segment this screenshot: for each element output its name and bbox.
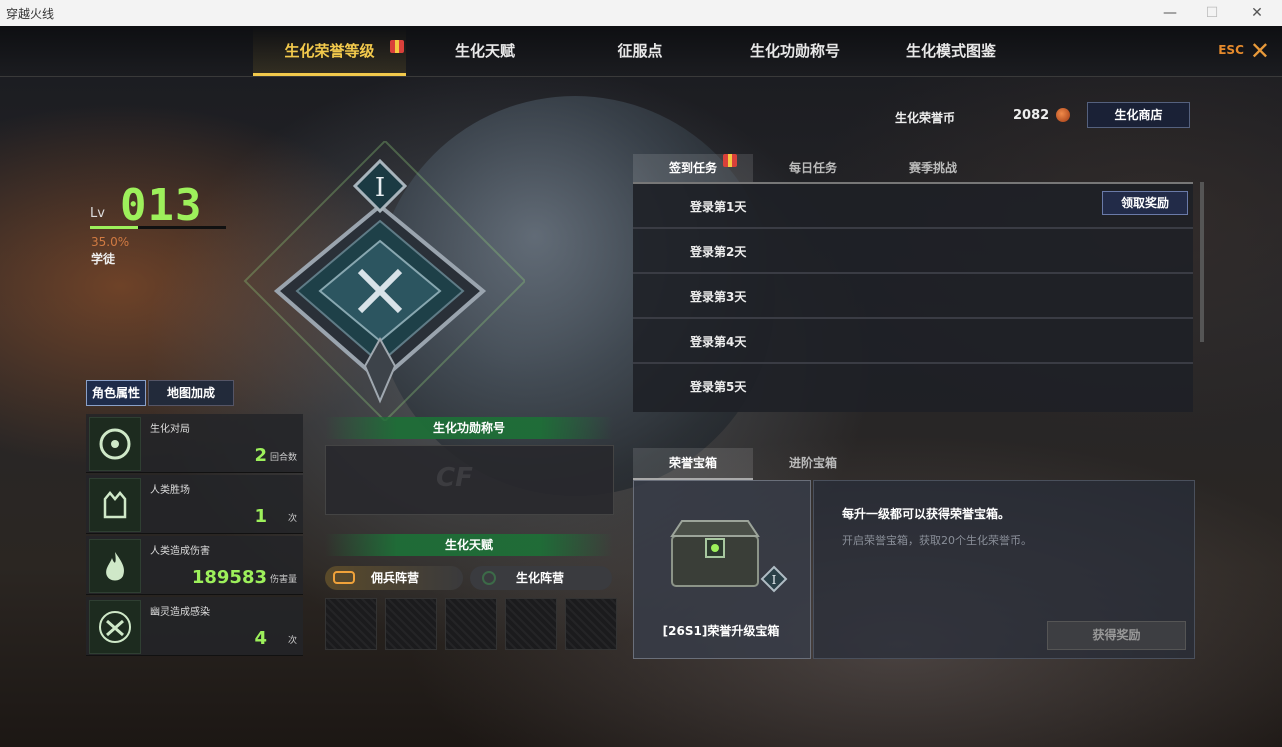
stat-row: 生化对局 2 回合数 <box>86 414 303 473</box>
cf-logo-watermark: CF <box>436 463 473 493</box>
maximize-button[interactable]: ☐ <box>1197 3 1227 23</box>
level-number: 013 <box>120 180 203 231</box>
tab-honor-box[interactable]: 荣誉宝箱 <box>633 448 753 480</box>
claim-reward-button[interactable]: 领取奖励 <box>1102 191 1188 215</box>
stat-label: 生化对局 <box>150 424 190 435</box>
stat-unit: 回合数 <box>269 453 297 463</box>
tab-map-bonus[interactable]: 地图加成 <box>148 380 234 406</box>
tab-checkin-tasks[interactable]: 签到任务 <box>633 154 753 184</box>
tab-character-attributes[interactable]: 角色属性 <box>86 380 146 406</box>
camp-label: 生化阵营 <box>516 571 565 585</box>
window-title: 穿越火线 <box>6 7 55 21</box>
stat-label: 人类造成伤害 <box>150 546 210 557</box>
box-info-description: 开启荣誉宝箱，获取20个生化荣誉币。 <box>842 534 1032 547</box>
tab-season-challenge[interactable]: 赛季挑战 <box>873 154 993 182</box>
talent-slot[interactable] <box>325 598 377 650</box>
biohazard-badge-icon <box>89 417 141 471</box>
honor-coin-icon <box>1056 108 1070 122</box>
title-section-header: 生化功勋称号 <box>325 417 613 439</box>
talent-slot[interactable] <box>385 598 437 650</box>
stat-unit: 伤害量 <box>269 575 297 585</box>
tab-codex[interactable]: 生化模式图鉴 <box>890 26 1012 76</box>
list-item: 登录第2天 <box>633 229 1193 274</box>
esc-label: ESC <box>1218 43 1244 57</box>
camp-mercenary-toggle[interactable]: 佣兵阵营 <box>325 566 463 590</box>
honor-emblem: I <box>235 139 527 423</box>
stat-value: 4 <box>254 628 267 649</box>
box-info-title: 每升一级都可以获得荣誉宝箱。 <box>842 507 1011 521</box>
talent-slot[interactable] <box>505 598 557 650</box>
stat-value: 2 <box>254 445 267 466</box>
gift-icon <box>390 40 404 53</box>
tab-conquest[interactable]: 征服点 <box>585 26 695 76</box>
game-window: 穿越火线 — ☐ ✕ 生化荣誉等级 生化天赋 征服点 生化功勋称号 生化模式图鉴… <box>0 0 1282 747</box>
stat-value: 189583 <box>191 567 267 588</box>
level-rank: 学徒 <box>91 252 116 266</box>
list-item: 登录第3天 <box>633 274 1193 319</box>
task-scrollbar[interactable] <box>1200 182 1204 342</box>
talent-slot[interactable] <box>565 598 617 650</box>
stat-unit: 次 <box>287 514 297 524</box>
talent-slot[interactable] <box>445 598 497 650</box>
list-item: 登录第4天 <box>633 319 1193 364</box>
stat-row: 人类造成伤害 189583 伤害量 <box>86 536 303 595</box>
title-slot[interactable]: CF <box>325 445 614 515</box>
box-name: [26S1]荣誉升级宝箱 <box>662 624 780 638</box>
stat-value: 1 <box>254 506 267 527</box>
currency-value: 2082 <box>1013 108 1050 123</box>
emblem-roman: I <box>375 173 385 203</box>
task-list: 登录第1天 领取奖励 登录第2天 登录第3天 登录第4天 登录第5天 <box>633 182 1193 412</box>
top-nav: 生化荣誉等级 生化天赋 征服点 生化功勋称号 生化模式图鉴 ESC ✕ <box>0 26 1282 77</box>
level-progress-fill <box>90 226 138 229</box>
infection-icon <box>89 600 141 654</box>
camp-label: 佣兵阵营 <box>371 571 420 585</box>
currency-label: 生化荣誉币 <box>895 111 956 125</box>
game-area: 生化荣誉等级 生化天赋 征服点 生化功勋称号 生化模式图鉴 ESC ✕ Lv 01… <box>0 26 1282 747</box>
tab-daily-tasks[interactable]: 每日任务 <box>753 154 873 182</box>
box-roman: I <box>772 573 777 587</box>
esc-close-button[interactable]: ESC ✕ <box>1218 36 1270 65</box>
tab-advanced-box[interactable]: 进阶宝箱 <box>753 448 873 478</box>
gift-icon <box>723 154 737 167</box>
task-label: 登录第2天 <box>690 245 747 259</box>
window-title-bar: 穿越火线 — ☐ ✕ <box>0 0 1282 27</box>
list-item: 登录第1天 领取奖励 <box>633 184 1193 229</box>
treasure-chest-icon: I <box>670 520 788 593</box>
camp-zombie-toggle[interactable]: 生化阵营 <box>470 566 612 590</box>
mercenary-emblem-icon <box>333 571 355 584</box>
minimize-button[interactable]: — <box>1155 3 1185 23</box>
tab-honor-level[interactable]: 生化荣誉等级 <box>253 26 406 76</box>
level-progress-text: 35.0% <box>91 235 130 249</box>
list-item: 登录第5天 <box>633 364 1193 407</box>
tab-label: 生化荣誉等级 <box>284 42 375 60</box>
get-reward-button[interactable]: 获得奖励 <box>1047 621 1186 650</box>
crown-book-icon <box>89 478 141 532</box>
level-prefix: Lv <box>90 206 105 221</box>
stat-label: 幽灵造成感染 <box>150 607 210 618</box>
task-label: 登录第3天 <box>690 290 747 304</box>
stat-row: 幽灵造成感染 4 次 <box>86 597 303 656</box>
talent-section-header: 生化天赋 <box>325 534 613 556</box>
task-label: 登录第5天 <box>690 380 747 394</box>
shop-button[interactable]: 生化商店 <box>1087 102 1190 128</box>
task-label: 登录第1天 <box>690 200 747 214</box>
flame-icon <box>89 539 141 593</box>
level-progress-bar <box>90 226 226 229</box>
close-x-icon: ✕ <box>1249 36 1270 65</box>
stat-unit: 次 <box>287 636 297 646</box>
stat-row: 人类胜场 1 次 <box>86 475 303 534</box>
tab-talent[interactable]: 生化天赋 <box>430 26 540 76</box>
tab-titles[interactable]: 生化功勋称号 <box>735 26 855 76</box>
stat-label: 人类胜场 <box>150 485 190 496</box>
zombie-emblem-icon <box>482 571 496 585</box>
close-button[interactable]: ✕ <box>1242 3 1272 23</box>
task-label: 登录第4天 <box>690 335 747 349</box>
tab-label: 签到任务 <box>668 161 717 175</box>
